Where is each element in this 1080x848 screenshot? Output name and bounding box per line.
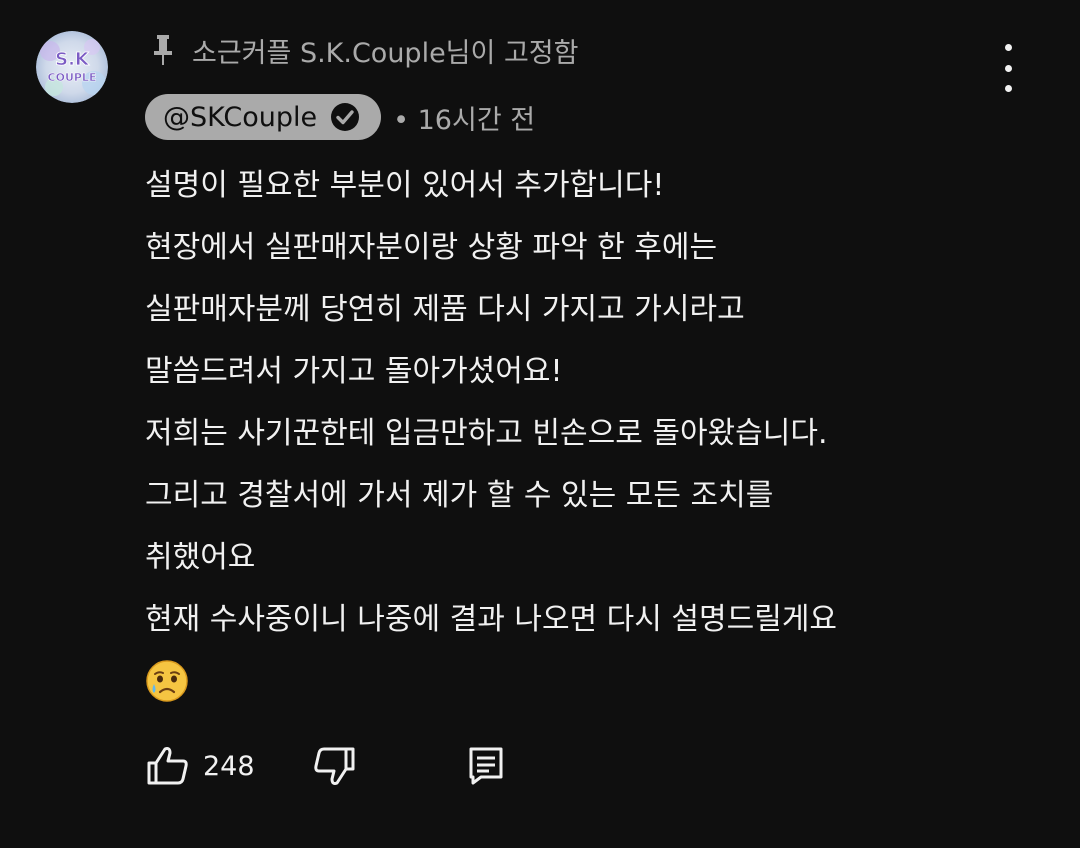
thumbs-down-icon xyxy=(311,743,357,789)
author-row: @SKCouple • 16시간 전 xyxy=(145,94,535,140)
avatar-image: S.K COUPLE xyxy=(36,31,108,103)
comment-actions: 248 xyxy=(145,740,511,792)
avatar[interactable]: S.K COUPLE xyxy=(36,31,108,103)
like-button[interactable]: 248 xyxy=(145,743,255,789)
avatar-text-bottom: COUPLE xyxy=(48,71,97,84)
comment-line: 취했어요 xyxy=(145,540,256,575)
comment-line: 현장에서 실판매자분이랑 상황 파악 한 후에는 xyxy=(145,230,718,265)
pinned-text: 소근커플 S.K.Couple님이 고정함 xyxy=(192,37,579,69)
author-handle-chip[interactable]: @SKCouple xyxy=(145,94,382,140)
comment-line: 실판매자분께 당연히 제품 다시 가지고 가시라고 xyxy=(145,292,745,327)
comment-line: 말씀드려서 가지고 돌아가셨어요! xyxy=(145,354,563,389)
avatar-text-top: S.K xyxy=(55,49,90,70)
comment-line: 현재 수사중이니 나중에 결과 나오면 다시 설명드릴게요 xyxy=(145,602,838,637)
more-vertical-icon[interactable] xyxy=(992,44,1024,92)
dislike-button[interactable] xyxy=(311,743,357,789)
crying-face-icon xyxy=(145,659,189,703)
verified-check-icon xyxy=(329,101,361,133)
comment-line: 저희는 사기꾼한테 입금만하고 빈손으로 돌아왔습니다. xyxy=(145,416,828,451)
reply-button[interactable] xyxy=(465,743,511,789)
comment-line: 설명이 필요한 부분이 있어서 추가합니다! xyxy=(145,168,665,203)
author-handle: @SKCouple xyxy=(163,101,318,133)
thumbs-up-icon xyxy=(145,743,191,789)
comment-body: 설명이 필요한 부분이 있어서 추가합니다! 현장에서 실판매자분이랑 상황 파… xyxy=(145,155,1045,703)
pinned-comment: S.K COUPLE 소근커플 S.K.Couple님이 고정함 @SKCoup… xyxy=(0,0,1080,848)
timestamp: • 16시간 전 xyxy=(393,104,536,136)
like-count: 248 xyxy=(203,750,255,782)
reply-comment-icon xyxy=(465,743,511,789)
pin-icon xyxy=(150,33,176,67)
pinned-label: 소근커플 S.K.Couple님이 고정함 xyxy=(150,30,578,70)
comment-line: 그리고 경찰서에 가서 제가 할 수 있는 모든 조치를 xyxy=(145,478,774,513)
